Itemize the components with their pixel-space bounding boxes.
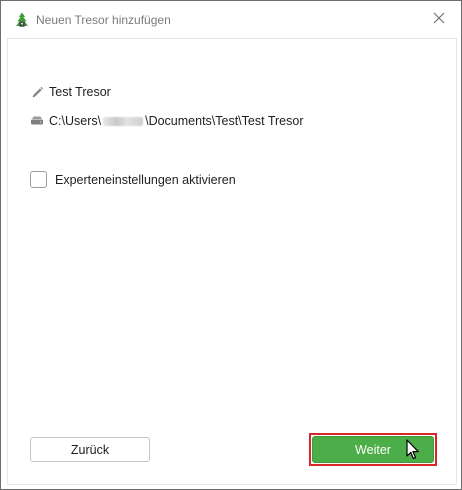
window-title: Neuen Tresor hinzufügen bbox=[36, 13, 171, 27]
vault-path-prefix: C:\Users\ bbox=[49, 114, 102, 128]
title-bar: Neuen Tresor hinzufügen bbox=[2, 2, 460, 38]
next-button[interactable]: Weiter bbox=[312, 436, 434, 463]
dialog-window: Neuen Tresor hinzufügen Test Tresor C:\U… bbox=[0, 0, 462, 490]
vault-name: Test Tresor bbox=[49, 85, 111, 99]
vault-name-row: Test Tresor bbox=[30, 85, 111, 99]
close-button[interactable] bbox=[426, 8, 452, 32]
vault-path-suffix: \Documents\Test\Test Tresor bbox=[145, 114, 304, 128]
close-icon bbox=[433, 11, 445, 29]
redacted-username bbox=[103, 116, 144, 126]
pencil-icon bbox=[30, 85, 44, 99]
expert-settings-option[interactable]: Experteneinstellungen aktivieren bbox=[30, 171, 236, 188]
back-button[interactable]: Zurück bbox=[30, 437, 150, 462]
dialog-content: Test Tresor C:\Users\ \Documents\Test\Te… bbox=[7, 38, 457, 485]
vault-path-row: C:\Users\ \Documents\Test\Test Tresor bbox=[30, 114, 303, 128]
expert-settings-label: Experteneinstellungen aktivieren bbox=[55, 172, 236, 187]
drive-icon bbox=[30, 114, 44, 128]
expert-settings-checkbox[interactable] bbox=[30, 171, 47, 188]
cryptomator-vault-icon bbox=[13, 11, 31, 29]
